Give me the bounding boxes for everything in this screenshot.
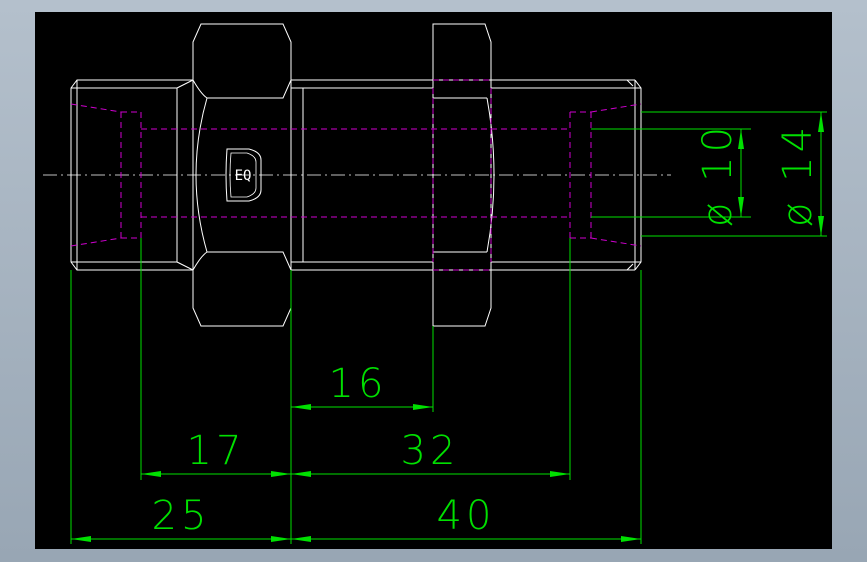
hidden-left-taper-bottom (70, 237, 122, 247)
dim-text-dia14[interactable]: ø 14 (775, 123, 821, 227)
dim-text-40[interactable]: 40 (437, 493, 496, 539)
hidden-right-taper-bottom (590, 237, 642, 247)
part-outline (43, 23, 671, 327)
logo-emblem: EQ (225, 148, 262, 202)
dim-text-32[interactable]: 32 (401, 428, 460, 474)
arrow-32-right (550, 471, 570, 477)
cad-viewport[interactable]: EQ 16 17 32 25 40 ø 10 ø 14 (35, 12, 832, 549)
arrow-16-right (413, 404, 433, 410)
dim-text-17[interactable]: 17 (187, 428, 246, 474)
left-hex-flat-top (192, 79, 292, 99)
cad-drawing: EQ 16 17 32 25 40 ø 10 ø 14 (43, 23, 827, 544)
left-stub-thread-bottom (176, 261, 194, 271)
left-stub-thread-top (176, 79, 194, 89)
arrow-40-left (291, 536, 311, 542)
arrow-25-left (71, 536, 91, 542)
dim-text-25[interactable]: 25 (152, 493, 211, 539)
arrow-40-right (621, 536, 641, 542)
center-top-edge (291, 79, 634, 87)
arrow-32-left (291, 471, 311, 477)
arrow-25-right (271, 536, 291, 542)
dim-text-16[interactable]: 16 (329, 361, 388, 407)
hidden-left-taper-top (70, 103, 122, 113)
arrow-17-left (141, 471, 161, 477)
left-hex-flat-bottom (192, 251, 292, 271)
arrow-16-left (291, 404, 311, 410)
dim-text-dia10[interactable]: ø 10 (695, 123, 741, 227)
logo-text: EQ (235, 168, 252, 184)
center-bottom-edge (291, 263, 634, 271)
arrow-17-right (271, 471, 291, 477)
hidden-right-taper-top (590, 103, 642, 113)
